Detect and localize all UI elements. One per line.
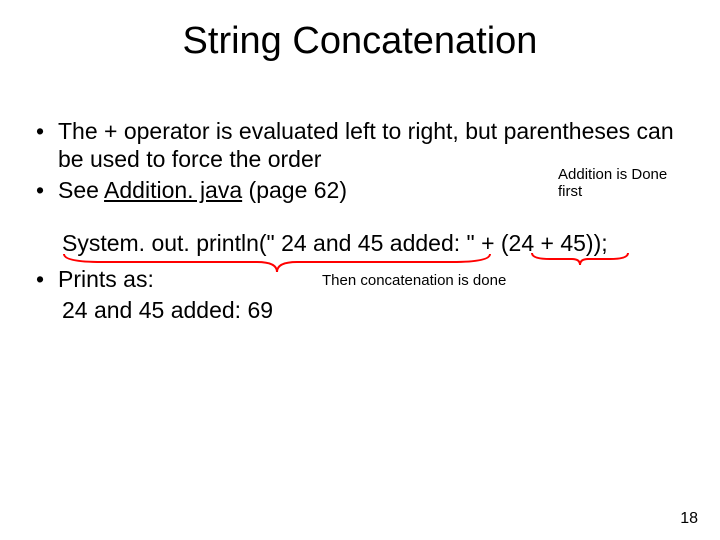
bullet-text: The + operator is evaluated left to righ…	[58, 118, 674, 172]
bullet-text-pre: See	[58, 177, 104, 203]
bullet-item: The + operator is evaluated left to righ…	[32, 118, 688, 173]
slide-title: String Concatenation	[0, 20, 720, 63]
slide: String Concatenation The + operator is e…	[0, 0, 720, 540]
bullet-text-post: (page 62)	[242, 177, 347, 203]
prints-output: 24 and 45 added: 69	[32, 297, 688, 324]
code-line: System. out. println(" 24 and 45 added: …	[62, 230, 608, 257]
annotation-addition-first: Addition is Done first	[558, 167, 668, 200]
link-addition-java[interactable]: Addition. java	[104, 177, 242, 203]
annotation-then-concat: Then concatenation is done	[322, 273, 582, 290]
page-number: 18	[680, 510, 698, 528]
bullet-text: Prints as:	[58, 266, 154, 292]
